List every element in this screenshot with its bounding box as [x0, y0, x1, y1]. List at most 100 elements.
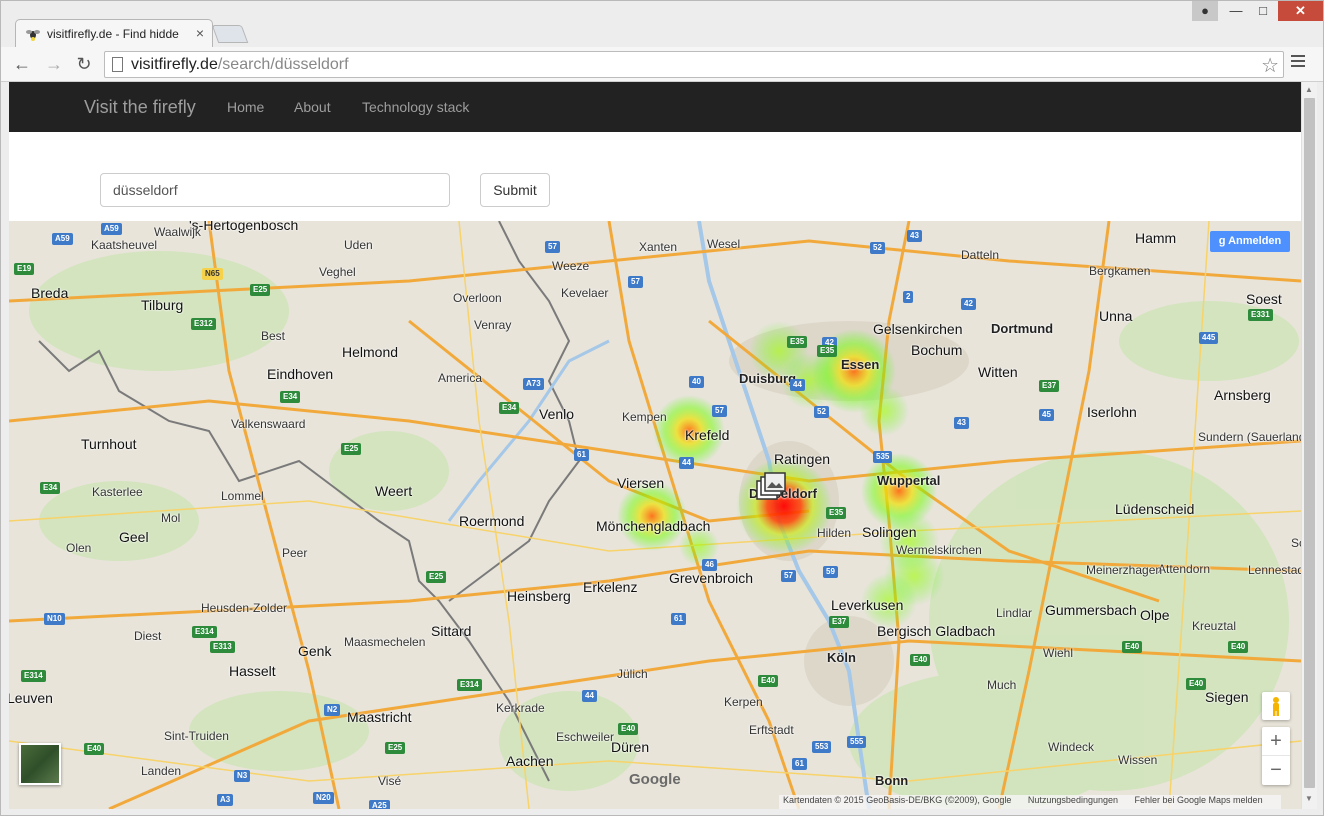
map-place-label: Iserlohn — [1087, 404, 1137, 420]
map-place-label: Waalwijk — [154, 225, 201, 239]
reload-icon[interactable]: ↻ — [73, 53, 95, 75]
forward-arrow-icon[interactable]: → — [43, 53, 65, 75]
report-error-link[interactable]: Fehler bei Google Maps melden — [1135, 795, 1263, 805]
scroll-down-icon[interactable]: ▼ — [1305, 794, 1313, 803]
map-place-label: Gummersbach — [1045, 602, 1137, 618]
nav-home[interactable]: Home — [227, 99, 264, 115]
road-shield: N65 — [202, 268, 223, 280]
road-shield: 57 — [545, 241, 560, 253]
tab-title: visitfirefly.de - Find hidde — [47, 27, 179, 41]
close-window-button[interactable]: ✕ — [1278, 1, 1323, 21]
firefly-favicon-icon — [26, 30, 40, 41]
map-place-label: Viersen — [617, 475, 665, 491]
back-arrow-icon[interactable]: ← — [11, 53, 33, 75]
google-logo: Google — [629, 771, 681, 788]
new-tab-button[interactable] — [211, 25, 249, 43]
road-shield: 445 — [1199, 332, 1219, 344]
road-shield: 45 — [1039, 409, 1054, 421]
map-place-label: Kempen — [622, 410, 667, 424]
page-viewport: Visit the firefly Home About Technology … — [9, 82, 1301, 809]
road-shield: 61 — [574, 449, 589, 461]
map-place-label: Kevelaer — [561, 286, 609, 300]
scrollbar-thumb[interactable] — [1304, 98, 1315, 788]
map-place-label: Ratingen — [774, 451, 831, 467]
road-shield: E35 — [817, 345, 838, 357]
map-place-label: Olpe — [1140, 607, 1170, 623]
search-input[interactable] — [100, 173, 450, 207]
map-place-label: Duisburg — [739, 371, 797, 386]
map-place-label: Wesel — [707, 237, 741, 251]
scroll-up-icon[interactable]: ▲ — [1305, 85, 1313, 94]
map-place-label: Xanten — [639, 240, 678, 254]
bookmark-star-icon[interactable]: ☆ — [1261, 53, 1279, 78]
map-place-label: Peer — [282, 546, 308, 560]
nav-about[interactable]: About — [294, 99, 331, 115]
map-place-label: Kreuztal — [1192, 619, 1237, 633]
road-shield: 59 — [823, 566, 838, 578]
user-icon: ● — [1201, 3, 1209, 18]
photos-icon — [756, 472, 786, 500]
browser-tab[interactable]: visitfirefly.de - Find hidde × — [15, 19, 213, 47]
map[interactable]: 's-Hertogenbosch Waalwijk Kaatsheuvel Uden V… — [9, 221, 1301, 809]
browser-toolbar: ← → ↻ visitfirefly.de/search/düsseldorf … — [1, 47, 1323, 82]
chrome-menu-icon[interactable] — [1291, 55, 1305, 70]
map-place-label: Unna — [1099, 308, 1133, 324]
road-shield: E40 — [84, 743, 105, 755]
submit-button[interactable]: Submit — [480, 173, 550, 207]
satellite-toggle[interactable] — [19, 743, 61, 785]
road-shield: 52 — [870, 242, 885, 254]
photo-cluster-marker[interactable] — [754, 472, 788, 506]
zoom-in-button[interactable]: + — [1262, 727, 1290, 756]
tab-close-icon[interactable]: × — [196, 25, 204, 41]
map-place-label: Gelsenkirchen — [873, 321, 963, 337]
map-place-label: America — [438, 371, 483, 385]
road-shield: E34 — [280, 391, 301, 403]
road-shield: 57 — [712, 405, 727, 417]
url-text[interactable]: visitfirefly.de/search/düsseldorf — [131, 56, 349, 74]
road-shield: 44 — [790, 379, 805, 391]
map-place-label: Breda — [31, 285, 69, 301]
zoom-out-button[interactable]: − — [1262, 756, 1290, 785]
road-shield: E40 — [1122, 641, 1143, 653]
map-place-label: Geel — [119, 529, 149, 545]
street-view-pegman-icon[interactable] — [1262, 692, 1290, 720]
map-place-label: Best — [261, 329, 286, 343]
road-shield: E25 — [426, 571, 447, 583]
map-place-label: Witten — [978, 364, 1018, 380]
map-place-label: Lüdenscheid — [1115, 501, 1195, 517]
road-shield: E25 — [385, 742, 406, 754]
map-place-label: Windeck — [1048, 740, 1095, 754]
profile-button[interactable]: ● — [1192, 1, 1218, 21]
sign-in-button[interactable]: g Anmelden — [1210, 231, 1290, 252]
map-place-label: Bochum — [911, 342, 963, 358]
map-place-label: Eschweiler — [556, 730, 615, 744]
map-place-label: Erftstadt — [749, 723, 794, 737]
road-shield: A3 — [217, 794, 234, 806]
map-place-label: Much — [987, 678, 1017, 692]
map-place-label: Sittard — [431, 623, 472, 639]
road-shield: E313 — [210, 641, 235, 653]
road-shield: E312 — [191, 318, 216, 330]
map-place-label: Tilburg — [141, 297, 184, 313]
road-shield: 57 — [781, 570, 796, 582]
map-place-label: Visé — [378, 774, 402, 788]
terms-link[interactable]: Nutzungsbedingungen — [1028, 795, 1118, 805]
address-bar[interactable]: visitfirefly.de/search/düsseldorf ☆ — [104, 51, 1284, 78]
maximize-button[interactable]: □ — [1250, 1, 1276, 21]
minimize-button[interactable]: — — [1223, 1, 1249, 21]
map-place-label: Erkelenz — [583, 579, 638, 595]
nav-technology-stack[interactable]: Technology stack — [362, 99, 469, 115]
map-place-label: Krefeld — [685, 427, 730, 443]
road-shield: 57 — [628, 276, 643, 288]
map-place-label: Venlo — [539, 406, 575, 422]
site-brand[interactable]: Visit the firefly — [84, 97, 196, 118]
map-place-label: Valkenswaard — [231, 417, 306, 431]
title-bar: visitfirefly.de - Find hidde × ● — □ ✕ — [1, 1, 1323, 47]
road-shield: E331 — [1248, 309, 1273, 321]
map-place-label: Wiehl — [1043, 646, 1074, 660]
map-place-label: Helmond — [342, 344, 399, 360]
road-shield: 43 — [954, 417, 969, 429]
page-scrollbar[interactable]: ▲ ▼ — [1301, 82, 1317, 809]
road-shield: E35 — [787, 336, 808, 348]
map-place-label: Attendorn — [1158, 562, 1211, 576]
